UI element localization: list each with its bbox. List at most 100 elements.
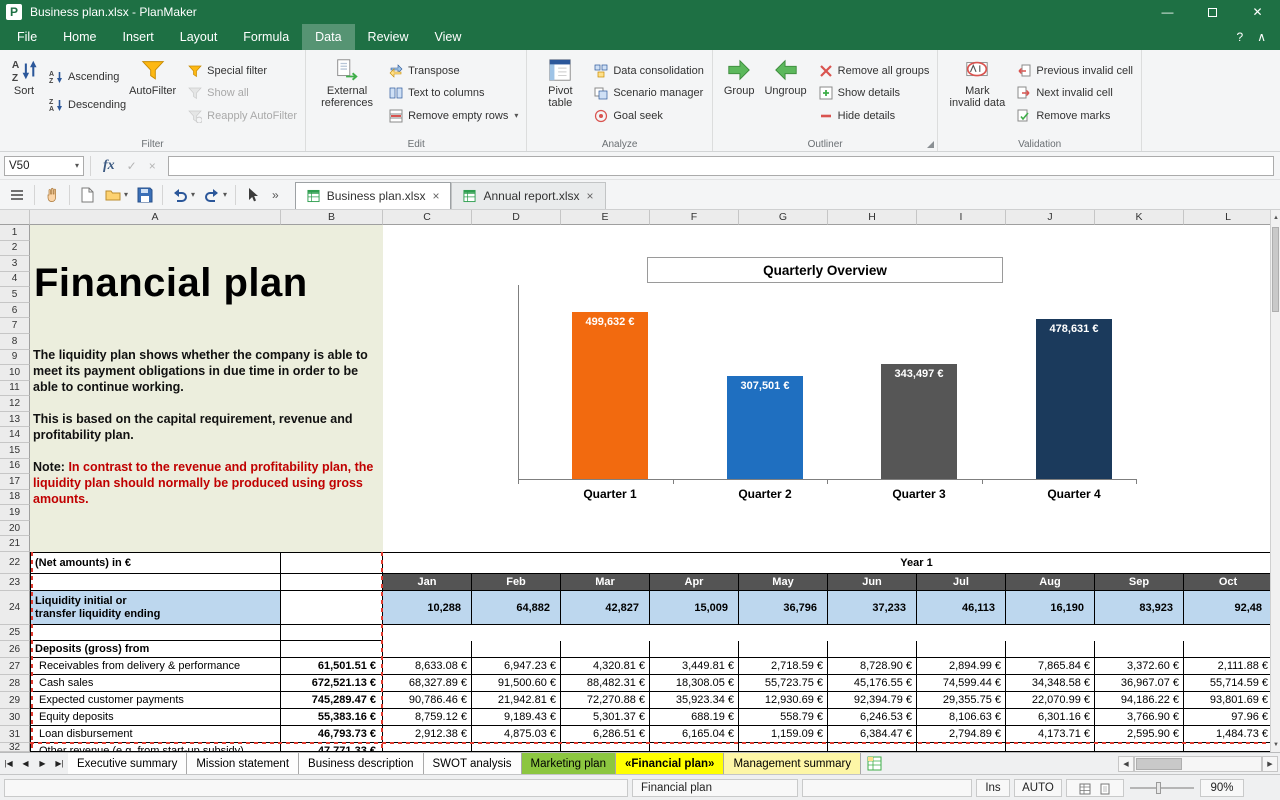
quarterly-overview-chart[interactable]: Quarterly Overview 499,632 €Quarter 1307… [383,225,1270,552]
zoom-slider[interactable] [1130,779,1194,797]
cell-E27[interactable]: 4,320.81 € [561,658,650,675]
menu-tab-layout[interactable]: Layout [167,24,231,50]
cell-month-Jul[interactable]: Jul [917,574,1006,591]
cell-C32[interactable] [383,743,472,752]
cell-month-Aug[interactable]: Aug [1006,574,1095,591]
cell-L32[interactable] [1184,743,1270,752]
cell-month-Oct[interactable]: Oct [1184,574,1270,591]
show-details-button[interactable]: Show details [819,86,930,100]
row-header-13[interactable]: 13 [0,412,30,428]
cell-C27[interactable]: 8,633.08 € [383,658,472,675]
menu-tab-view[interactable]: View [422,24,475,50]
cell-H26[interactable] [828,641,917,658]
column-header-L[interactable]: L [1184,210,1270,225]
row-header-20[interactable]: 20 [0,521,30,537]
cell-L28[interactable]: 55,714.59 € [1184,675,1270,692]
remove-all-groups-button[interactable]: Remove all groups [819,64,930,78]
data-consolidation-button[interactable]: Data consolidation [594,64,704,78]
scroll-down-icon[interactable]: ▼ [1271,737,1280,752]
new-document-button[interactable] [74,184,100,206]
undo-button[interactable]: ▾ [167,184,199,206]
chart-bar-4[interactable]: 478,631 € [1036,319,1112,479]
cell-F27[interactable]: 3,449.81 € [650,658,739,675]
cell-A30[interactable]: Equity deposits [30,709,281,726]
cell-D27[interactable]: 6,947.23 € [472,658,561,675]
column-header-J[interactable]: J [1006,210,1095,225]
cell-K30[interactable]: 3,766.90 € [1095,709,1184,726]
redo-button[interactable]: ▾ [199,184,231,206]
cell-B32[interactable]: 47,771.33 € [281,743,383,752]
vertical-scrollbar[interactable]: ▲ ▼ [1270,210,1280,752]
minimize-button[interactable]: — [1145,0,1190,24]
cell-month-Jun[interactable]: Jun [828,574,917,591]
cell-L27[interactable]: 2,111.88 € [1184,658,1270,675]
menu-toggle-button[interactable] [4,184,30,206]
close-tab-icon[interactable]: × [432,189,439,203]
cell-A27[interactable]: Receivables from delivery & performance [30,658,281,675]
cell-K27[interactable]: 3,372.60 € [1095,658,1184,675]
collapse-ribbon-icon[interactable]: ∧ [1257,30,1266,44]
cell-E30[interactable]: 5,301.37 € [561,709,650,726]
column-header-G[interactable]: G [739,210,828,225]
row-header-7[interactable]: 7 [0,318,30,334]
text-to-columns-button[interactable]: Text to columns [389,86,518,100]
save-button[interactable] [132,184,158,206]
cell-D24[interactable]: 64,882 [472,591,561,625]
external-references-button[interactable]: External references [314,55,380,111]
row-header-23[interactable]: 23 [0,574,30,591]
ungroup-button[interactable]: Ungroup [761,55,809,99]
cell-J29[interactable]: 22,070.99 € [1006,692,1095,709]
cell-L26[interactable] [1184,641,1270,658]
column-header-A[interactable]: A [30,210,281,225]
cell-K24[interactable]: 83,923 [1095,591,1184,625]
cell-F24[interactable]: 15,009 [650,591,739,625]
cell-H27[interactable]: 8,728.90 € [828,658,917,675]
cell-F30[interactable]: 688.19 € [650,709,739,726]
row-header-11[interactable]: 11 [0,381,30,397]
row-header-4[interactable]: 4 [0,272,30,288]
cell-G30[interactable]: 558.79 € [739,709,828,726]
cell-reference-box[interactable]: V50 ▾ [4,156,84,176]
cell-C28[interactable]: 68,327.89 € [383,675,472,692]
cell-month-May[interactable]: May [739,574,828,591]
cell-month-Sep[interactable]: Sep [1095,574,1184,591]
formula-input[interactable] [168,156,1274,176]
sheet-tab[interactable]: SWOT analysis [424,753,522,774]
cell-month-Apr[interactable]: Apr [650,574,739,591]
column-header-K[interactable]: K [1095,210,1184,225]
pan-tool-button[interactable] [39,184,65,206]
cell-B22[interactable] [281,552,383,574]
close-button[interactable]: ✕ [1235,0,1280,24]
cell-B23[interactable] [281,574,383,591]
select-tool-button[interactable] [240,184,266,206]
cell-B29[interactable]: 745,289.47 € [281,692,383,709]
select-all-corner[interactable] [0,210,30,225]
status-calc-mode[interactable]: AUTO [1014,779,1062,797]
page-view-icon[interactable] [1099,783,1111,795]
cell-F26[interactable] [650,641,739,658]
cell-E29[interactable]: 72,270.88 € [561,692,650,709]
cell-C31[interactable]: 2,912.38 € [383,726,472,743]
cell-B30[interactable]: 55,383.16 € [281,709,383,726]
row-header-10[interactable]: 10 [0,365,30,381]
sheet-tab[interactable]: Management summary [724,753,861,774]
cell-F32[interactable] [650,743,739,752]
row-header-26[interactable]: 26 [0,641,30,658]
cell-C24[interactable]: 10,288 [383,591,472,625]
remove-empty-rows-button[interactable]: Remove empty rows▾ [389,109,518,123]
cell-I27[interactable]: 2,894.99 € [917,658,1006,675]
document-tab[interactable]: Business plan.xlsx× [295,182,452,209]
show-all-button[interactable]: Show all [188,86,297,100]
row-header-21[interactable]: 21 [0,536,30,552]
scroll-right-icon[interactable]: ▶ [1262,756,1278,772]
transpose-button[interactable]: Transpose [389,64,518,78]
cell-H32[interactable] [828,743,917,752]
cell-liquidity-label[interactable]: Liquidity initial or transfer liquidity … [30,591,281,625]
menu-tab-file[interactable]: File [4,24,50,50]
cell-A22[interactable]: (Net amounts) in € [30,552,281,574]
chart-bar-3[interactable]: 343,497 € [881,364,957,479]
cell-F31[interactable]: 6,165.04 € [650,726,739,743]
chart-bar-2[interactable]: 307,501 € [727,376,803,479]
zoom-slider-thumb[interactable] [1156,782,1161,794]
cell-G26[interactable] [739,641,828,658]
